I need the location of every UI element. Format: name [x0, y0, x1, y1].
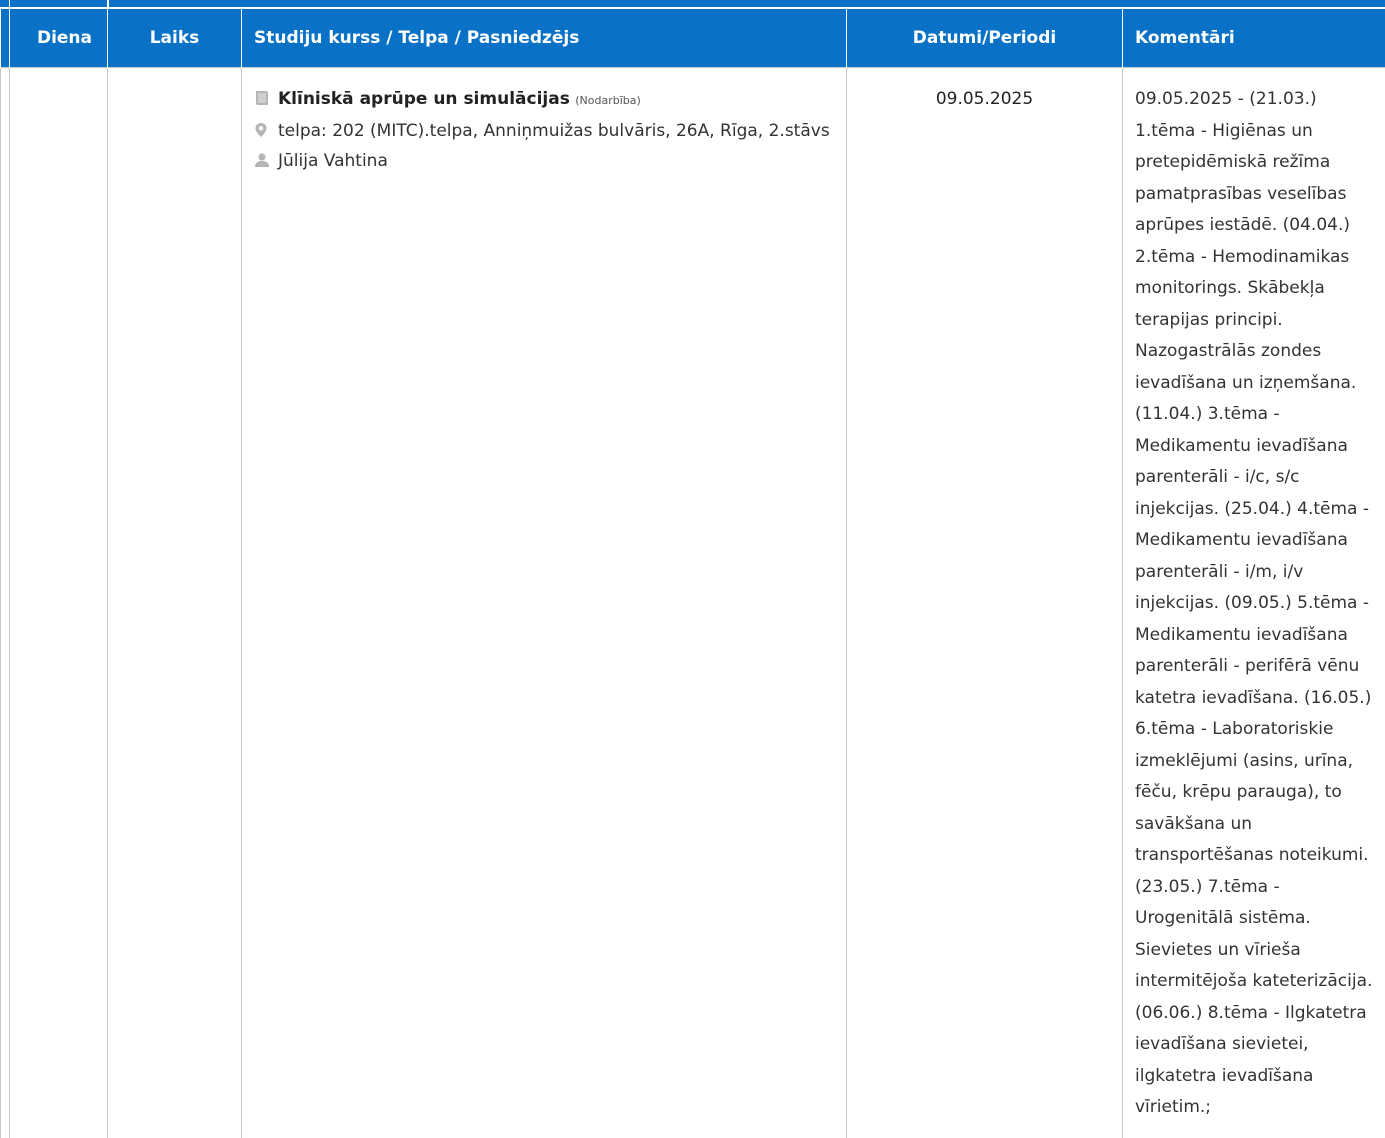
room-line: telpa: 202 (MITC).telpa, Anniņmuižas bul…: [254, 116, 834, 146]
map-marker-icon: [254, 118, 272, 134]
table-header: Diena Laiks Studiju kurss / Telpa / Pasn…: [1, 8, 1385, 68]
header-comments: Komentāri: [1123, 8, 1385, 68]
table-body: Klīniskā aprūpe un simulācijas (Nodarbīb…: [1, 68, 1385, 1138]
top-divider: [107, 0, 109, 7]
comment-text: 09.05.2025 - (21.03.) 1.tēma - Higiēnas …: [1135, 84, 1373, 1124]
course-cell: Klīniskā aprūpe un simulācijas (Nodarbīb…: [242, 68, 847, 1138]
time-cell: [108, 68, 242, 1138]
header-time: Laiks: [108, 8, 242, 68]
row-spacer-cell: [1, 68, 10, 1138]
book-icon: [254, 86, 272, 102]
teacher-name: Jūlija Vahtina: [278, 151, 388, 171]
user-icon: [254, 148, 272, 164]
top-header-bar: [0, 0, 1385, 7]
header-day: Diena: [10, 8, 108, 68]
course-title: Klīniskā aprūpe un simulācijas: [278, 89, 570, 109]
comments-cell: 09.05.2025 - (21.03.) 1.tēma - Higiēnas …: [1123, 68, 1385, 1138]
header-dates: Datumi/Periodi: [847, 8, 1123, 68]
schedule-table: Diena Laiks Studiju kurss / Telpa / Pasn…: [0, 7, 1385, 1138]
course-type-label: (Nodarbība): [575, 94, 641, 107]
top-divider: [9, 0, 10, 7]
header-row: Diena Laiks Studiju kurss / Telpa / Pasn…: [1, 8, 1385, 68]
day-cell: [10, 68, 108, 1138]
dates-cell: 09.05.2025: [847, 68, 1123, 1138]
teacher-line: Jūlija Vahtina: [254, 146, 834, 176]
header-spacer: [1, 8, 10, 68]
room-text: telpa: 202 (MITC).telpa, Anniņmuižas bul…: [278, 121, 830, 141]
course-line: Klīniskā aprūpe un simulācijas (Nodarbīb…: [254, 84, 834, 116]
header-course: Studiju kurss / Telpa / Pasniedzējs: [242, 8, 847, 68]
table-row: Klīniskā aprūpe un simulācijas (Nodarbīb…: [1, 68, 1385, 1138]
